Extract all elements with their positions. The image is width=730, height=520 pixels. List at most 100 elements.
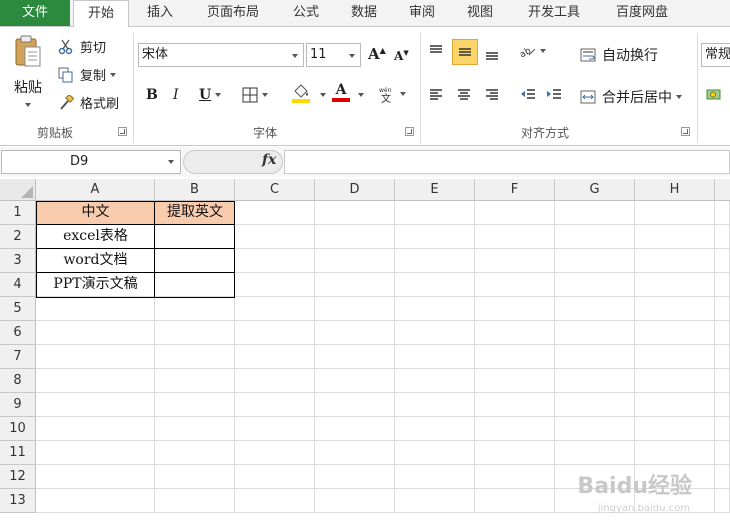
grid-cell[interactable] [235, 369, 315, 393]
bold-button[interactable]: B [146, 87, 158, 103]
insert-function-icon[interactable]: fx [262, 152, 276, 168]
decrease-indent-button[interactable] [520, 87, 536, 103]
grid-cell[interactable] [36, 417, 155, 441]
grid-cell[interactable] [555, 369, 635, 393]
fill-color-button[interactable] [292, 84, 310, 103]
grid-cell[interactable] [235, 321, 315, 345]
grid-cell[interactable] [635, 417, 715, 441]
italic-button[interactable]: I [173, 87, 179, 103]
grid-cell[interactable] [715, 201, 730, 225]
grid-cell[interactable] [315, 441, 395, 465]
grid-cell[interactable] [715, 465, 730, 489]
grid-cell[interactable] [395, 465, 475, 489]
row-header-2[interactable]: 2 [0, 225, 36, 249]
grid-cell[interactable] [475, 297, 555, 321]
align-center-button[interactable] [456, 87, 472, 103]
cut-button[interactable]: 剪切 [58, 37, 106, 56]
grid-cell[interactable] [315, 273, 395, 297]
grid-cell[interactable] [715, 369, 730, 393]
grid-cell[interactable] [475, 321, 555, 345]
orientation-button[interactable]: ab [518, 43, 546, 60]
grid-cell[interactable] [715, 225, 730, 249]
column-header-E[interactable]: E [395, 179, 475, 201]
tab-formulas[interactable]: 公式 [280, 0, 332, 26]
grid-cell[interactable] [155, 393, 235, 417]
tab-view[interactable]: 视图 [454, 0, 506, 26]
grid-cell[interactable] [555, 297, 635, 321]
row-header-8[interactable]: 8 [0, 369, 36, 393]
dialog-launcher-icon[interactable] [118, 127, 127, 136]
column-header-D[interactable]: D [315, 179, 395, 201]
grow-font-button[interactable]: A▲ [368, 45, 386, 63]
phonetic-guide-button[interactable]: wén 文 [378, 85, 406, 105]
grid-cell[interactable] [235, 345, 315, 369]
grid-cell[interactable] [475, 225, 555, 249]
chevron-down-icon[interactable] [358, 93, 364, 97]
align-left-button[interactable] [428, 87, 444, 103]
row-header-5[interactable]: 5 [0, 297, 36, 321]
grid-cell[interactable] [395, 297, 475, 321]
grid-cell[interactable] [475, 465, 555, 489]
grid-cell[interactable] [635, 321, 715, 345]
grid-cell[interactable] [36, 393, 155, 417]
shrink-font-button[interactable]: A▼ [394, 48, 409, 63]
dialog-launcher-icon[interactable] [405, 127, 414, 136]
grid-cell[interactable] [395, 201, 475, 225]
cell-A4[interactable]: PPT演示文稿 [36, 273, 155, 297]
grid-cell[interactable] [315, 345, 395, 369]
column-header-H[interactable]: H [635, 179, 715, 201]
grid-cell[interactable] [155, 273, 235, 297]
formula-input[interactable] [284, 150, 730, 174]
row-header-7[interactable]: 7 [0, 345, 36, 369]
grid-cell[interactable] [395, 369, 475, 393]
grid-cell[interactable] [475, 417, 555, 441]
row-header-6[interactable]: 6 [0, 321, 36, 345]
align-bottom-button[interactable] [484, 45, 500, 61]
number-format-combo[interactable]: 常规 [701, 43, 730, 67]
tab-insert[interactable]: 插入 [132, 0, 188, 26]
tab-home[interactable]: 开始 [73, 0, 129, 27]
name-box[interactable]: D9 [1, 150, 181, 174]
cell-A1[interactable]: 中文 [36, 201, 155, 225]
underline-button[interactable]: U [199, 87, 222, 103]
column-header-C[interactable]: C [235, 179, 315, 201]
grid-cell[interactable] [555, 417, 635, 441]
merge-center-button[interactable]: 合并后居中 [580, 87, 682, 107]
grid-cell[interactable] [155, 489, 235, 513]
grid-cell[interactable] [155, 417, 235, 441]
grid-cell[interactable] [315, 297, 395, 321]
grid-cell[interactable] [715, 489, 730, 513]
grid-cell[interactable] [475, 345, 555, 369]
align-top-button[interactable] [428, 43, 444, 59]
grid-cell[interactable] [36, 321, 155, 345]
row-header-4[interactable]: 4 [0, 273, 36, 297]
grid-cell[interactable] [635, 345, 715, 369]
grid-cell[interactable] [36, 489, 155, 513]
cell-A2[interactable]: excel表格 [36, 225, 155, 249]
grid-cell[interactable] [315, 489, 395, 513]
grid-cell[interactable] [555, 249, 635, 273]
grid-cell[interactable] [715, 417, 730, 441]
grid-cell[interactable] [395, 249, 475, 273]
grid-cell[interactable] [635, 369, 715, 393]
tab-developer[interactable]: 开发工具 [512, 0, 596, 26]
column-header-G[interactable]: G [555, 179, 635, 201]
grid-cell[interactable] [395, 489, 475, 513]
row-header-11[interactable]: 11 [0, 441, 36, 465]
row-header-1[interactable]: 1 [0, 201, 36, 225]
grid-cell[interactable] [555, 393, 635, 417]
grid-cell[interactable] [555, 441, 635, 465]
dialog-launcher-icon[interactable] [681, 127, 690, 136]
grid-cell[interactable] [555, 201, 635, 225]
grid-cell[interactable] [315, 369, 395, 393]
grid-cell[interactable] [555, 225, 635, 249]
column-header-B[interactable]: B [155, 179, 235, 201]
row-header-10[interactable]: 10 [0, 417, 36, 441]
font-name-combo[interactable]: 宋体 [138, 43, 304, 67]
tab-data[interactable]: 数据 [338, 0, 390, 26]
grid-cell[interactable] [235, 393, 315, 417]
grid-cell[interactable] [315, 393, 395, 417]
grid-cell[interactable] [235, 417, 315, 441]
grid-cell[interactable] [715, 297, 730, 321]
grid-cell[interactable] [715, 273, 730, 297]
